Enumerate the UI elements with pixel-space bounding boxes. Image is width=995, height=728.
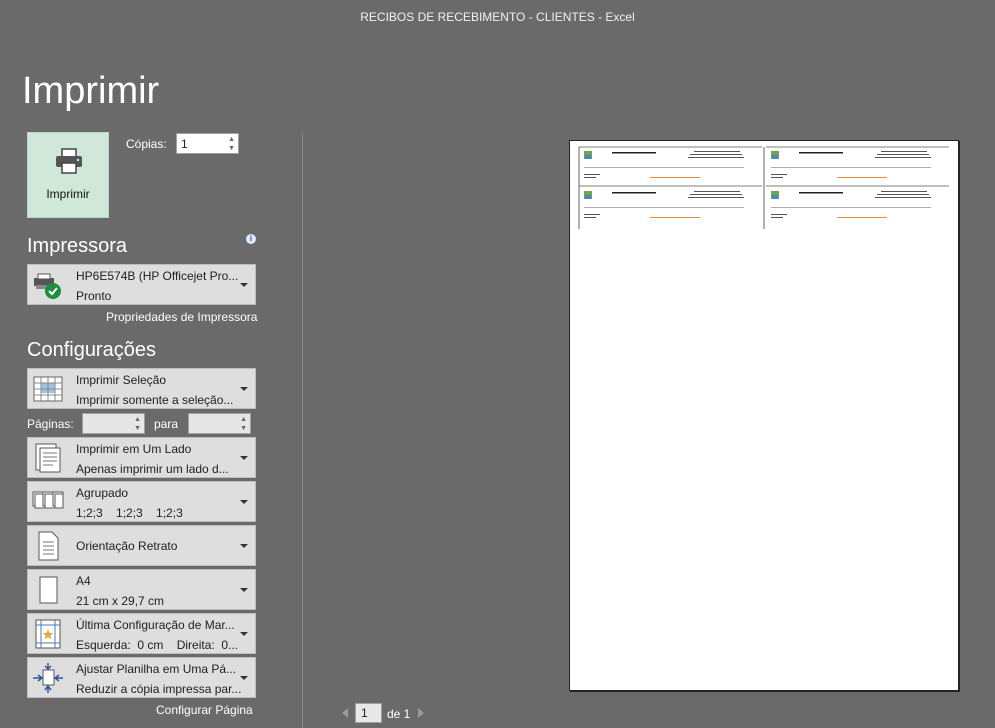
chevron-down-icon [240,631,248,636]
chevron-down-icon [240,675,248,680]
printer-dropdown[interactable]: HP6E574B (HP Officejet Pro... Pronto [27,264,256,305]
chevron-down-icon [240,455,248,460]
scaling-dropdown[interactable]: Ajustar Planilha em Uma Pá... Reduzir a … [27,657,256,698]
scaling-title: Ajustar Planilha em Uma Pá... [76,662,237,676]
collated-icon [32,486,64,518]
pages-from-stepper[interactable]: ▲ ▼ [82,413,145,434]
preview-receipts-thumbnail [578,146,949,229]
pages-to-label: para [154,417,179,431]
margins-title: Última Configuração de Mar... [76,618,235,632]
previous-page-icon[interactable] [342,708,348,718]
collation-title: Agrupado [76,486,129,500]
printer-name: HP6E574B (HP Officejet Pro... [76,269,239,283]
stepper-up-icon[interactable]: ▲ [240,416,247,423]
pages-to-stepper[interactable]: ▲ ▼ [188,413,251,434]
pages-label: Páginas: [27,417,74,431]
margins-icon [32,618,64,650]
printer-ready-icon [32,269,64,301]
panel-divider [302,132,303,728]
fit-to-page-icon [32,662,64,694]
stepper-down-icon[interactable]: ▼ [240,425,247,432]
paper-size-dropdown[interactable]: A4 21 cm x 29,7 cm [27,569,256,610]
sides-title: Imprimir em Um Lado [76,442,192,456]
scaling-subtitle: Reduzir a cópia impressa par... [76,682,242,696]
print-what-subtitle: Imprimir somente a seleção... [76,393,234,407]
printer-icon [54,147,84,180]
chevron-down-icon [240,282,248,287]
print-button-label: Imprimir [46,187,90,201]
page-title: Imprimir [22,70,160,112]
sides-dropdown[interactable]: Imprimir em Um Lado Apenas imprimir um l… [27,437,256,478]
info-icon[interactable]: i [246,234,256,244]
paper-size-subtitle: 21 cm x 29,7 cm [76,594,165,608]
printer-heading: Impressora [27,235,128,257]
chevron-down-icon [240,587,248,592]
copies-value: 1 [181,137,188,151]
print-what-dropdown[interactable]: Imprimir Seleção Imprimir somente a sele… [27,368,256,409]
current-page-input[interactable]: 1 [355,703,382,723]
printer-properties-link[interactable]: Propriedades de Impressora [106,310,257,324]
orientation-dropdown[interactable]: Orientação Retrato [27,525,256,566]
stepper-up-icon[interactable]: ▲ [134,416,141,423]
print-preview-page [569,140,959,691]
sides-subtitle: Apenas imprimir um lado d... [76,462,229,476]
chevron-down-icon [240,499,248,504]
chevron-down-icon [240,543,248,548]
collation-dropdown[interactable]: Agrupado 1;2;3 1;2;3 1;2;3 [27,481,256,522]
settings-heading: Configurações [27,339,156,361]
paper-size-title: A4 [76,574,91,588]
margins-dropdown[interactable]: Última Configuração de Mar... Esquerda: … [27,613,256,654]
page-setup-link[interactable]: Configurar Página [156,703,253,717]
collation-subtitle: 1;2;3 1;2;3 1;2;3 [76,506,183,520]
copies-stepper[interactable]: 1 ▲ ▼ [176,133,239,154]
margins-subtitle: Esquerda: 0 cm Direita: 0... [76,638,239,652]
one-sided-icon [32,442,64,474]
printer-status: Pronto [76,289,112,303]
print-what-title: Imprimir Seleção [76,373,167,387]
window-title: RECIBOS DE RECEBIMENTO - CLIENTES - Exce… [360,10,635,24]
page-count-label: de 1 [387,707,411,721]
selection-grid-icon [32,373,64,405]
copies-label: Cópias: [126,137,167,151]
stepper-up-icon[interactable]: ▲ [228,136,235,143]
portrait-page-icon [32,530,64,562]
stepper-down-icon[interactable]: ▼ [228,145,235,152]
next-page-icon[interactable] [418,708,424,718]
orientation-title: Orientação Retrato [76,538,178,553]
chevron-down-icon [240,386,248,391]
paper-icon [32,574,64,606]
print-button[interactable]: Imprimir [27,132,109,218]
stepper-down-icon[interactable]: ▼ [134,425,141,432]
